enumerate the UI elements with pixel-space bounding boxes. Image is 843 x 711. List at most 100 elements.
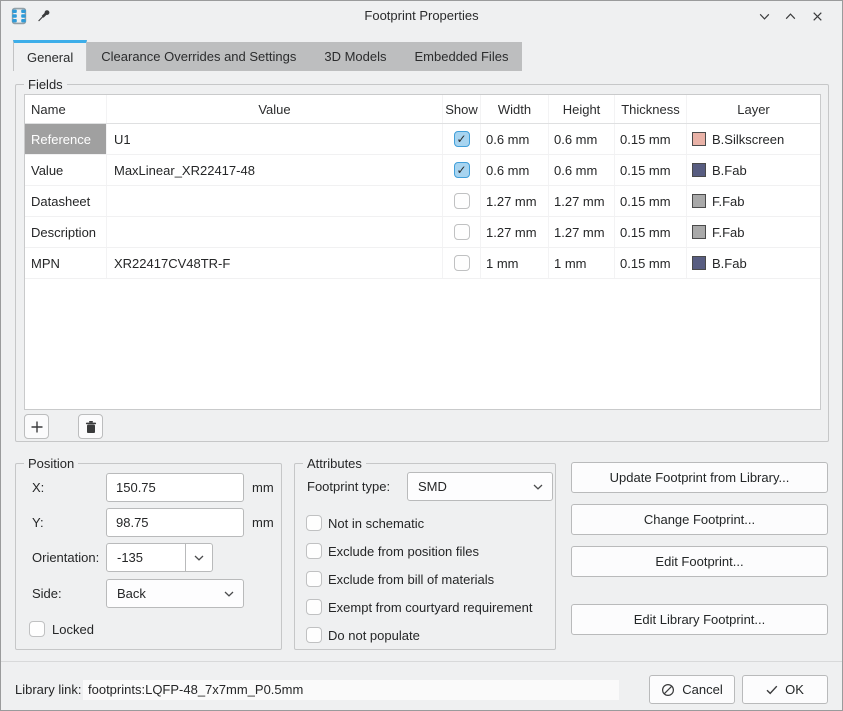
titlebar[interactable]: Footprint Properties — [1, 1, 842, 31]
footprint-type-dropdown[interactable]: SMD — [407, 472, 553, 501]
delete-field-button[interactable] — [78, 414, 103, 439]
field-height-cell[interactable]: 0.6 mm — [549, 124, 615, 154]
show-checkbox[interactable] — [454, 255, 470, 271]
side-value: Back — [117, 586, 146, 601]
library-link-label: Library link: — [15, 682, 81, 697]
cancel-icon — [661, 683, 675, 697]
field-name-cell[interactable]: Value — [25, 155, 107, 185]
window-title: Footprint Properties — [1, 8, 842, 23]
field-layer-cell[interactable]: B.Fab — [687, 248, 820, 278]
tab-general[interactable]: General — [13, 40, 87, 71]
field-name-cell[interactable]: Datasheet — [25, 186, 107, 216]
field-show-cell — [443, 124, 481, 154]
field-thickness-cell[interactable]: 0.15 mm — [615, 217, 687, 247]
field-layer-cell[interactable]: B.Silkscreen — [687, 124, 820, 154]
layer-color-swatch — [692, 225, 706, 239]
ok-button[interactable]: OK — [742, 675, 828, 704]
x-position-field[interactable] — [106, 473, 244, 502]
field-show-cell — [443, 186, 481, 216]
field-height-cell[interactable]: 0.6 mm — [549, 155, 615, 185]
edit-footprint-button[interactable]: Edit Footprint... — [571, 546, 828, 577]
side-dropdown[interactable]: Back — [106, 579, 244, 608]
field-value-cell[interactable]: XR22417CV48TR-F — [107, 248, 443, 278]
tab-embedded-files[interactable]: Embedded Files — [401, 42, 523, 71]
maximize-button[interactable] — [782, 8, 799, 25]
field-name-cell[interactable]: Reference — [25, 124, 107, 154]
show-checkbox[interactable] — [454, 162, 470, 178]
field-value-cell[interactable]: U1 — [107, 124, 443, 154]
tab-bar: General Clearance Overrides and Settings… — [13, 40, 522, 71]
field-value-cell[interactable]: MaxLinear_XR22417-48 — [107, 155, 443, 185]
layer-color-swatch — [692, 256, 706, 270]
locked-checkbox[interactable] — [29, 621, 45, 637]
edit-library-footprint-button[interactable]: Edit Library Footprint... — [571, 604, 828, 635]
do-not-populate-checkbox[interactable] — [306, 627, 322, 643]
field-show-cell — [443, 155, 481, 185]
column-header-width: Width — [481, 95, 549, 123]
footprint-type-value: SMD — [418, 479, 447, 494]
add-field-button[interactable] — [24, 414, 49, 439]
show-checkbox[interactable] — [454, 131, 470, 147]
y-unit: mm — [252, 508, 274, 537]
tab-clearance-overrides[interactable]: Clearance Overrides and Settings — [87, 42, 310, 71]
layer-color-swatch — [692, 163, 706, 177]
footprint-properties-dialog: Footprint Properties General Clearance O… — [0, 0, 843, 711]
exclude-bom-checkbox[interactable] — [306, 571, 322, 587]
field-height-cell[interactable]: 1 mm — [549, 248, 615, 278]
field-width-cell[interactable]: 0.6 mm — [481, 155, 549, 185]
footer-divider — [1, 661, 842, 662]
field-height-cell[interactable]: 1.27 mm — [549, 186, 615, 216]
layer-color-swatch — [692, 194, 706, 208]
exclude-position-files-checkbox[interactable] — [306, 543, 322, 559]
tab-3d-models[interactable]: 3D Models — [310, 42, 400, 71]
column-header-value: Value — [107, 95, 443, 123]
footprint-type-label: Footprint type: — [307, 472, 390, 501]
show-checkbox[interactable] — [454, 193, 470, 209]
field-thickness-cell[interactable]: 0.15 mm — [615, 248, 687, 278]
not-in-schematic-checkbox[interactable] — [306, 515, 322, 531]
change-footprint-button[interactable]: Change Footprint... — [571, 504, 828, 535]
chevron-down-icon — [533, 484, 543, 490]
update-footprint-from-library-button[interactable]: Update Footprint from Library... — [571, 462, 828, 493]
column-header-name: Name — [25, 95, 107, 123]
chevron-down-icon — [194, 555, 204, 561]
orientation-value[interactable]: -135 — [107, 544, 185, 571]
field-width-cell[interactable]: 0.6 mm — [481, 124, 549, 154]
field-layer-cell[interactable]: F.Fab — [687, 186, 820, 216]
field-width-cell[interactable]: 1 mm — [481, 248, 549, 278]
orientation-label: Orientation: — [32, 543, 99, 572]
field-value-cell[interactable] — [107, 217, 443, 247]
y-label: Y: — [32, 508, 44, 537]
field-name-cell[interactable]: Description — [25, 217, 107, 247]
fields-group: Fields Name Value Show Width Height Thic… — [15, 84, 829, 442]
field-thickness-cell[interactable]: 0.15 mm — [615, 124, 687, 154]
field-width-cell[interactable]: 1.27 mm — [481, 217, 549, 247]
column-header-thickness: Thickness — [615, 95, 687, 123]
exclude-bom-label: Exclude from bill of materials — [328, 565, 494, 594]
field-height-cell[interactable]: 1.27 mm — [549, 217, 615, 247]
field-thickness-cell[interactable]: 0.15 mm — [615, 155, 687, 185]
exempt-courtyard-checkbox[interactable] — [306, 599, 322, 615]
field-layer-cell[interactable]: B.Fab — [687, 155, 820, 185]
close-button[interactable] — [809, 8, 826, 25]
orientation-combobox[interactable]: -135 — [106, 543, 213, 572]
show-checkbox[interactable] — [454, 224, 470, 240]
y-position-field[interactable] — [106, 508, 244, 537]
cancel-button[interactable]: Cancel — [649, 675, 735, 704]
field-name-cell[interactable]: MPN — [25, 248, 107, 278]
minimize-button[interactable] — [756, 8, 773, 25]
column-header-show: Show — [443, 95, 481, 123]
field-width-cell[interactable]: 1.27 mm — [481, 186, 549, 216]
field-layer-cell[interactable]: F.Fab — [687, 217, 820, 247]
library-link-value: footprints:LQFP-48_7x7mm_P0.5mm — [83, 680, 619, 700]
fields-table: Name Value Show Width Height Thickness L… — [24, 94, 821, 410]
field-show-cell — [443, 217, 481, 247]
table-row: Reference U1 0.6 mm 0.6 mm 0.15 mm B.Sil… — [25, 124, 820, 155]
orientation-dropdown-button[interactable] — [185, 544, 212, 571]
x-label: X: — [32, 473, 44, 502]
field-value-cell[interactable] — [107, 186, 443, 216]
fields-legend: Fields — [24, 76, 67, 93]
attributes-group: Attributes Footprint type: SMD Not in sc… — [294, 463, 556, 650]
fields-table-header: Name Value Show Width Height Thickness L… — [25, 95, 820, 124]
field-thickness-cell[interactable]: 0.15 mm — [615, 186, 687, 216]
